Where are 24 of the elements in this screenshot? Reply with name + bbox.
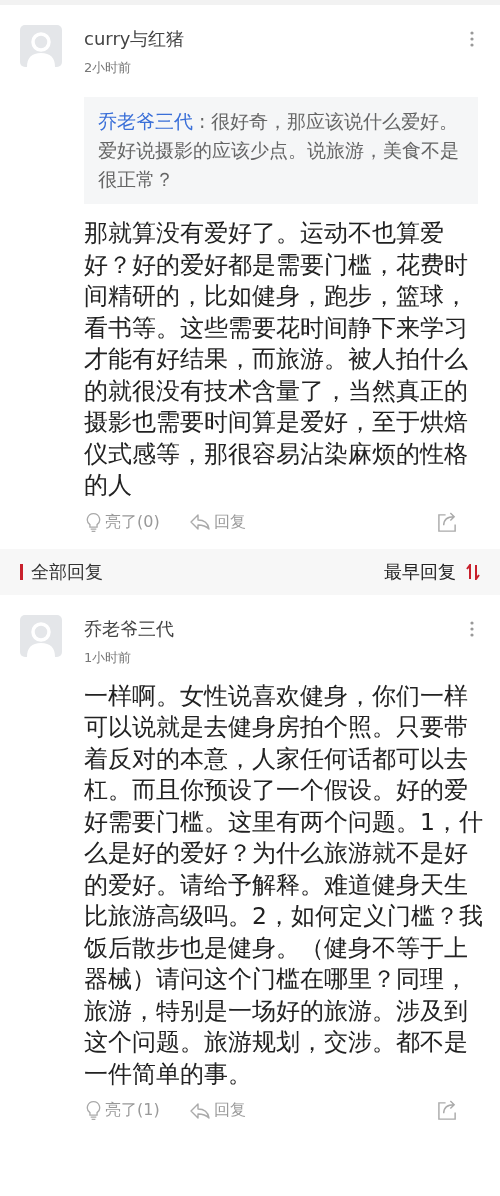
like-button[interactable]: 亮了(1): [86, 1100, 160, 1121]
reply-icon: [189, 1102, 210, 1119]
reply-button[interactable]: 回复: [189, 511, 246, 533]
comment-text: 那就算没有爱好了。运动不也算爱好？好的爱好都是需要门槛，花费时间精研的，比如健身，跑步，篮球，看书等。这些需要花时间静下来学习才能有好结果，而旅游。被人拍什么的就很没有技术含量了，当然真正的摄影也需要时间算是爱好，至于烘焙仪式感等，那很容易沾染麻烦的性格的人: [84, 218, 469, 501]
section-title: 全部回复: [31, 559, 104, 584]
username[interactable]: 乔老爷三代: [84, 616, 448, 641]
avatar-icon: [20, 25, 62, 67]
share-icon[interactable]: [437, 511, 458, 533]
avatar-icon: [20, 614, 62, 657]
quoted-reply: 乔老爷三代 : 很好奇，那应该说什么爱好。爱好说摄影的应该少点。说旅游，美食不是很正常？: [84, 97, 478, 204]
timestamp: 2小时前: [84, 59, 133, 77]
share-icon[interactable]: [437, 1100, 458, 1121]
reply-icon: [189, 514, 210, 530]
more-icon[interactable]: [470, 31, 474, 47]
comment-text: 一样啊。女性说喜欢健身，你们一样可以说就是去健身房拍个照。只要带着反对的本意，人家任何话都可以去杠。而且你预设了一个假设。好的爱好需要门槛。这里有两个问题。1，什么是好的爱好？为什么旅游就不是好的爱好。请给予解释。难道健身天生比旅游高级吗。2，如何定义门槛？我饭后散步也是健身。（健身不等于上器械）请问这个门槛在哪里？同理，旅游，特别是一场好的旅游。涉及到这个问题。旅游规划，交涉。都不是一件简单的事。: [84, 680, 484, 1090]
sort-icon: [466, 563, 480, 580]
lightbulb-icon: [86, 511, 101, 533]
lightbulb-icon: [86, 1100, 101, 1121]
reply-button[interactable]: 回复: [189, 1100, 246, 1121]
timestamp: 1小时前: [84, 648, 133, 667]
more-icon[interactable]: [470, 620, 474, 637]
sort-button[interactable]: 最早回复: [384, 559, 480, 584]
like-button[interactable]: 亮了(0): [86, 511, 160, 533]
username[interactable]: curry与红猪: [84, 27, 448, 51]
